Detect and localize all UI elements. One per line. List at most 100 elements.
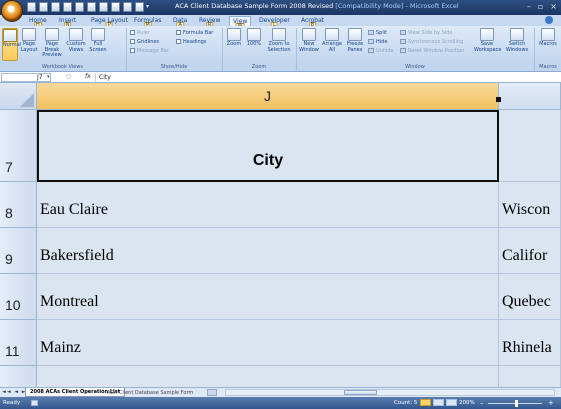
split-icon — [368, 30, 374, 35]
hide-button[interactable]: Hide — [368, 39, 387, 45]
zoom-button[interactable]: Zoom — [226, 28, 242, 61]
minimize-button[interactable]: – — [527, 2, 531, 11]
tab-developer[interactable]: Developer L — [256, 16, 293, 29]
scrollbar-thumb[interactable] — [344, 390, 377, 395]
gridlines-checkbox[interactable]: Gridlines — [130, 39, 159, 45]
full-screen-button[interactable]: Full Screen — [88, 28, 108, 61]
tab-review[interactable]: Review R — [196, 16, 223, 29]
cell-state[interactable]: Wiscon — [499, 182, 561, 228]
row-header-10[interactable]: 10 — [0, 274, 37, 320]
page-layout-view-button[interactable]: Page Layout — [20, 28, 38, 61]
cell-city[interactable]: Bakersfield — [37, 228, 499, 274]
tab-insert[interactable]: Insert N — [56, 16, 79, 29]
print-preview-icon[interactable] — [51, 2, 60, 12]
office-button[interactable] — [1, 0, 23, 22]
cell-city[interactable]: Montreal — [37, 274, 499, 320]
formula-input[interactable]: City — [95, 73, 111, 82]
formula-bar-checkbox[interactable]: Formula Bar — [176, 30, 213, 36]
row-header-7[interactable]: 7 — [0, 110, 37, 182]
normal-view-button[interactable]: Normal — [2, 28, 21, 61]
filter-icon[interactable] — [135, 2, 144, 12]
sheet-tab[interactable]: ACA Client Database Sample Form — [104, 389, 196, 397]
reset-window-position-button[interactable]: Reset Window Position — [400, 48, 464, 54]
message-bar-checkbox[interactable]: Message Bar — [130, 48, 169, 54]
zoom-out-button[interactable]: – — [480, 399, 484, 407]
zoom-level[interactable]: 200% — [459, 400, 475, 406]
cell-state[interactable] — [499, 366, 561, 387]
tab-acrobat[interactable]: Acrobat B — [298, 16, 327, 29]
insert-function-icon[interactable]: fx — [85, 73, 91, 80]
macro-record-icon[interactable] — [31, 400, 38, 406]
synchronous-scrolling-button[interactable]: Synchronous Scrolling — [400, 39, 463, 45]
name-box-dropdown-icon[interactable]: ▾ — [47, 74, 50, 80]
save-icon[interactable] — [27, 2, 36, 12]
paste-icon[interactable] — [87, 2, 96, 12]
cell-state[interactable]: Quebec — [499, 274, 561, 320]
tab-page-layout[interactable]: Page Layout P — [88, 16, 131, 29]
switch-windows-button[interactable]: Switch Windows — [503, 28, 531, 61]
insert-sheet-icon[interactable] — [207, 389, 217, 396]
new-window-button[interactable]: New Window — [298, 28, 320, 61]
cell-next-header[interactable] — [499, 110, 561, 182]
tab-view[interactable]: ViewW — [229, 16, 252, 30]
formula-bar: J7 ▾ ○ fx City — [0, 72, 561, 83]
page-break-view-icon[interactable] — [446, 399, 457, 406]
switch-windows-icon — [510, 28, 524, 41]
zoom-100-button[interactable]: 100% — [245, 28, 263, 61]
button-label: View Side by Side — [408, 30, 453, 36]
page-break-icon — [45, 28, 59, 41]
page-layout-view-icon[interactable] — [433, 399, 444, 406]
redo-icon[interactable] — [111, 2, 120, 12]
cell-city[interactable]: Mainz — [37, 320, 499, 366]
print-icon[interactable] — [63, 2, 72, 12]
window-title: ACA Client Database Sample Form 2008 Rev… — [175, 2, 459, 10]
arrange-all-button[interactable]: Arrange All — [322, 28, 342, 61]
unhide-button[interactable]: Unhide — [368, 48, 394, 54]
tab-home[interactable]: Home H — [26, 16, 50, 29]
cell-city-header[interactable]: City — [37, 110, 499, 182]
tab-data[interactable]: Data A — [170, 16, 190, 29]
freeze-panes-button[interactable]: Freeze Panes — [344, 28, 366, 61]
save-as-icon[interactable] — [39, 2, 48, 12]
button-label: New Window — [299, 41, 319, 53]
cell-state[interactable]: Rhinela — [499, 320, 561, 366]
select-all-corner[interactable] — [0, 83, 37, 110]
button-label: Freeze Panes — [346, 41, 364, 53]
row-header-11[interactable]: 11 — [0, 320, 37, 366]
cell-city[interactable] — [37, 366, 499, 387]
zoom-to-selection-button[interactable]: Zoom to Selection — [266, 28, 292, 61]
sort-icon[interactable] — [123, 2, 132, 12]
view-side-by-side-button[interactable]: View Side by Side — [400, 30, 452, 36]
zoom-slider-thumb[interactable] — [515, 400, 518, 407]
cell-state[interactable]: Califor — [499, 228, 561, 274]
close-button[interactable]: × — [550, 2, 557, 11]
page-break-preview-button[interactable]: Page Break Preview — [40, 28, 64, 61]
normal-view-icon[interactable] — [420, 399, 431, 406]
qat-customize-icon[interactable]: ▾ — [146, 3, 149, 10]
column-resize-handle[interactable] — [496, 97, 501, 102]
horizontal-scrollbar[interactable] — [225, 389, 555, 396]
tab-formulas[interactable]: Formulas M — [131, 16, 164, 29]
column-header-j[interactable]: J — [37, 83, 499, 110]
ruler-checkbox[interactable]: Ruler — [130, 30, 150, 36]
copy-icon[interactable] — [75, 2, 84, 12]
macros-button[interactable]: Macros — [537, 28, 559, 61]
save-workspace-button[interactable]: Save Workspace — [474, 28, 501, 61]
row-header-8[interactable]: 8 — [0, 182, 37, 228]
zoom-in-button[interactable]: + — [548, 399, 554, 407]
undo-icon[interactable] — [99, 2, 108, 12]
headings-checkbox[interactable]: Headings — [176, 39, 206, 45]
column-header-k[interactable] — [499, 83, 561, 110]
split-button[interactable]: Split — [368, 30, 387, 36]
custom-views-icon — [69, 28, 83, 41]
custom-views-button[interactable]: Custom Views — [66, 28, 86, 61]
help-icon[interactable] — [545, 16, 553, 24]
name-box[interactable]: J7 — [1, 73, 51, 82]
maximize-button[interactable]: ▫ — [538, 2, 543, 11]
view-shortcuts — [420, 399, 457, 406]
row-header-9[interactable]: 9 — [0, 228, 37, 274]
cell-city[interactable]: Eau Claire — [37, 182, 499, 228]
row-header-12[interactable] — [0, 366, 37, 387]
arrange-all-icon — [325, 28, 339, 41]
cancel-icon[interactable]: ○ — [66, 73, 71, 80]
